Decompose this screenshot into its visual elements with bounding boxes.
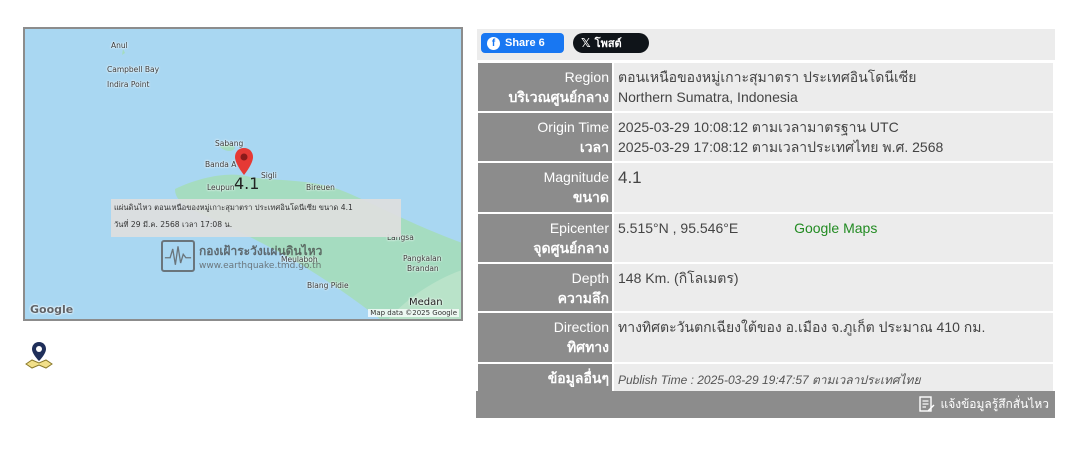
x-post-label: โพสต์ <box>594 37 622 50</box>
label-en: Region <box>564 69 609 85</box>
earthquake-details-table: Region บริเวณศูนย์กลาง ตอนเหนือของหมู่เก… <box>476 61 1055 394</box>
label-en: Depth <box>571 270 609 286</box>
popup-datetime: วันที่ 29 มี.ค. 2568 เวลา 17:08 น. <box>114 220 233 229</box>
depth-value: 148 Km. (กิโลเมตร) <box>612 262 1055 313</box>
origin-time-value: 2025-03-29 10:08:12 ตามเวลามาตรฐาน UTC 2… <box>612 111 1055 163</box>
label-en: Direction <box>553 319 609 335</box>
direction-label: Direction ทิศทาง <box>476 311 614 364</box>
label-en: Epicenter <box>549 220 609 236</box>
epicenter-pin-icon[interactable] <box>233 147 255 177</box>
place-label: Blang Pidie <box>307 281 349 290</box>
table-row: Depth ความลึก 148 Km. (กิโลเมตร) <box>476 262 1055 313</box>
seismograph-icon <box>161 240 195 272</box>
label-th: ความลึก <box>557 290 609 306</box>
label-th: ขนาด <box>572 189 609 205</box>
label-en: Origin Time <box>537 119 609 135</box>
place-label: Anul <box>111 41 128 50</box>
report-felt-label: แจ้งข้อมูลรู้สึกสั่นไหว <box>940 397 1049 411</box>
facebook-icon: f <box>487 36 500 50</box>
label-th: ข้อมูลอื่นๆ <box>547 370 609 386</box>
map-location-icon[interactable] <box>23 340 55 372</box>
direction-value: ทางทิศตะวันตกเฉียงใต้ของ อ.เมือง จ.ภูเก็… <box>612 311 1055 364</box>
table-row: Epicenter จุดศูนย์กลาง 5.515°N , 95.546°… <box>476 212 1055 264</box>
epicenter-coordinates: 5.515°N , 95.546°E <box>618 220 739 236</box>
google-maps-link[interactable]: Google Maps <box>794 220 877 236</box>
map-popup: แผ่นดินไหว ตอนเหนือของหมู่เกาะสุมาตรา ปร… <box>111 199 401 237</box>
publish-time-cell: Publish Time : 2025-03-29 19:47:57 ตามเว… <box>612 362 1055 394</box>
table-row: Origin Time เวลา 2025-03-29 10:08:12 ตาม… <box>476 111 1055 163</box>
x-post-button[interactable]: 𝕏 โพสต์ <box>573 33 649 53</box>
label-th: จุดศูนย์กลาง <box>533 240 609 256</box>
x-logo-icon: 𝕏 <box>581 36 591 50</box>
label-th: เวลา <box>579 139 609 155</box>
place-label: Brandan <box>407 264 439 273</box>
google-logo: Google <box>30 303 74 316</box>
popup-title: แผ่นดินไหว ตอนเหนือของหมู่เกาะสุมาตรา ปร… <box>114 203 353 212</box>
label-th: บริเวณศูนย์กลาง <box>508 89 609 105</box>
facebook-share-button[interactable]: f Share 6 <box>481 33 564 53</box>
region-label: Region บริเวณศูนย์กลาง <box>476 61 614 113</box>
table-row: Region บริเวณศูนย์กลาง ตอนเหนือของหมู่เก… <box>476 61 1055 113</box>
place-label: Indira Point <box>107 80 150 89</box>
region-value: ตอนเหนือของหมู่เกาะสุมาตรา ประเทศอินโดนี… <box>612 61 1055 113</box>
place-label: Campbell Bay <box>107 65 160 74</box>
place-label: Sigli <box>261 171 277 180</box>
place-label: Banda A <box>205 160 237 169</box>
label-th: ทิศทาง <box>566 339 609 355</box>
magnitude-value-cell: 4.1 <box>612 161 1055 214</box>
tmd-watermark: กองเฝ้าระวังแผ่นดินไหว www.earthquake.tm… <box>161 240 322 272</box>
other-info-label: ข้อมูลอื่นๆ <box>476 362 614 394</box>
epicenter-value-cell: 5.515°N , 95.546°E Google Maps <box>612 212 1055 264</box>
table-row: ข้อมูลอื่นๆ Publish Time : 2025-03-29 19… <box>476 362 1055 394</box>
share-bar: f Share 6 𝕏 โพสต์ <box>477 29 1055 60</box>
origin-time-label: Origin Time เวลา <box>476 111 614 163</box>
origin-time-local: 2025-03-29 17:08:12 ตามเวลาประเทศไทย พ.ศ… <box>618 139 944 155</box>
table-row: Direction ทิศทาง ทางทิศตะวันตกเฉียงใต้ขอ… <box>476 311 1055 364</box>
place-label: Pangkalan <box>403 254 442 263</box>
origin-time-utc: 2025-03-29 10:08:12 ตามเวลามาตรฐาน UTC <box>618 119 899 135</box>
magnitude-value: 4.1 <box>618 168 642 187</box>
region-th: ตอนเหนือของหมู่เกาะสุมาตรา ประเทศอินโดนี… <box>618 69 917 85</box>
publish-time: Publish Time : 2025-03-29 19:47:57 ตามเว… <box>618 373 921 387</box>
map-attribution[interactable]: Map data ©2025 Google <box>368 309 459 317</box>
watermark-url: www.earthquake.tmd.go.th <box>199 260 322 271</box>
magnitude-label: Magnitude ขนาด <box>476 161 614 214</box>
marker-magnitude: 4.1 <box>234 174 260 193</box>
region-en: Northern Sumatra, Indonesia <box>618 89 798 105</box>
watermark-title: กองเฝ้าระวังแผ่นดินไหว <box>199 243 323 258</box>
label-en: Magnitude <box>543 169 609 185</box>
place-label: Bireuen <box>306 183 335 192</box>
facebook-share-label: Share 6 <box>505 37 545 49</box>
depth-label: Depth ความลึก <box>476 262 614 313</box>
table-row: Magnitude ขนาด 4.1 <box>476 161 1055 214</box>
edit-note-icon <box>919 396 935 412</box>
place-label: Medan <box>409 297 443 308</box>
report-felt-button[interactable]: แจ้งข้อมูลรู้สึกสั่นไหว <box>476 391 1055 418</box>
place-label: Leupun <box>207 183 235 192</box>
earthquake-map[interactable]: Anul Campbell Bay Indira Point Sabang Ba… <box>23 27 463 321</box>
epicenter-label: Epicenter จุดศูนย์กลาง <box>476 212 614 264</box>
